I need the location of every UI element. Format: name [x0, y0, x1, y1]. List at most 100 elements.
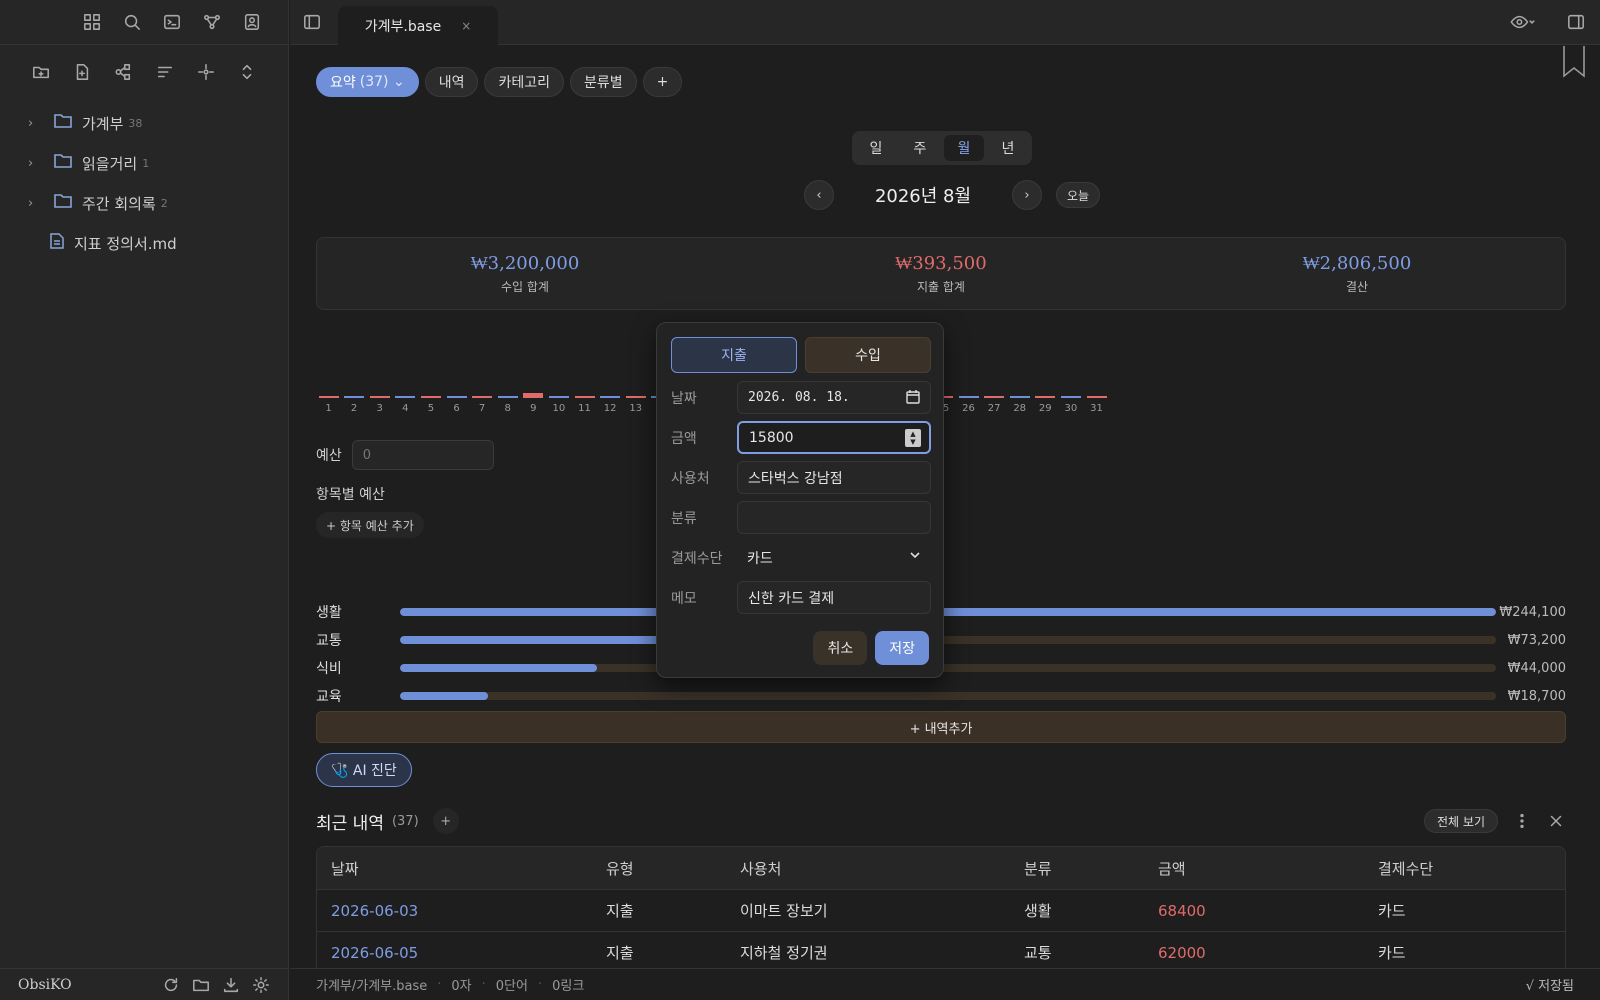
folder-reading[interactable]: › 읽을거리 1	[0, 143, 288, 183]
day-cell[interactable]: 6	[444, 396, 469, 414]
category-row[interactable]: 교육 ₩18,700	[316, 682, 1566, 710]
col-category[interactable]: 분류	[1010, 858, 1144, 879]
sort-icon[interactable]	[155, 62, 175, 82]
sync-icon[interactable]	[161, 975, 181, 995]
more-options-icon[interactable]	[1512, 811, 1532, 831]
open-folder-icon[interactable]	[191, 975, 211, 995]
day-bar	[523, 393, 544, 398]
period-year[interactable]: 년	[988, 135, 1028, 161]
category-field[interactable]	[737, 501, 931, 534]
day-cell[interactable]: 5	[418, 396, 443, 414]
day-cell[interactable]: 8	[495, 396, 520, 414]
table-row[interactable]: 2026-06-05 지출 지하철 정기권 교통 62000 카드	[317, 931, 1565, 968]
download-icon[interactable]	[221, 975, 241, 995]
day-cell[interactable]: 9	[521, 393, 546, 414]
folder-weekly-meeting[interactable]: › 주간 회의록 2	[0, 183, 288, 223]
graph-icon[interactable]	[202, 12, 222, 32]
view-all-button[interactable]: 전체 보기	[1424, 809, 1498, 833]
day-cell[interactable]: 29	[1033, 396, 1058, 414]
memo-field[interactable]: 신한 카드 결제	[737, 581, 931, 614]
income-total-label: 수입 합계	[501, 279, 549, 294]
day-bar	[344, 396, 365, 398]
day-cell[interactable]: 12	[598, 396, 623, 414]
day-cell[interactable]: 4	[393, 396, 418, 414]
bookmark-icon[interactable]	[1562, 46, 1586, 78]
today-button[interactable]: 오늘	[1056, 182, 1101, 208]
payment-select[interactable]: 카드	[737, 541, 931, 574]
next-month-button[interactable]: ›	[1012, 180, 1042, 210]
day-bar	[1086, 396, 1107, 398]
expand-collapse-icon[interactable]	[237, 62, 257, 82]
dashboard-icon[interactable]	[82, 12, 102, 32]
expense-tab[interactable]: 지출	[671, 337, 797, 373]
day-bar	[318, 396, 339, 398]
day-cell[interactable]: 13	[623, 396, 648, 414]
day-cell[interactable]: 10	[546, 396, 571, 414]
new-note-icon[interactable]	[72, 62, 92, 82]
col-payment[interactable]: 결제수단	[1364, 858, 1564, 879]
add-view-button[interactable]: +	[642, 67, 683, 97]
day-cell[interactable]: 1	[316, 396, 341, 414]
period-week[interactable]: 주	[900, 135, 940, 161]
col-type[interactable]: 유형	[592, 858, 726, 879]
view-transactions[interactable]: 내역	[424, 67, 479, 97]
day-cell[interactable]: 28	[1007, 396, 1032, 414]
profile-icon[interactable]	[242, 12, 262, 32]
recent-add-button[interactable]: +	[432, 808, 459, 834]
day-cell[interactable]: 11	[572, 396, 597, 414]
ai-diagnosis-button[interactable]: 🩺 AI 진단	[316, 753, 412, 787]
number-stepper-icon[interactable]: ▲ ▼	[905, 429, 921, 447]
settings-gear-icon[interactable]	[251, 975, 271, 995]
tab-budget-base[interactable]: 가계부.base ×	[338, 6, 498, 45]
col-amount[interactable]: 금액	[1144, 858, 1364, 879]
day-bar	[625, 396, 646, 398]
cell-date[interactable]: 2026-06-05	[317, 944, 592, 962]
vault-name[interactable]: ObsiKO	[18, 977, 161, 993]
add-transaction-button[interactable]: + 내역추가	[316, 711, 1566, 743]
day-cell[interactable]: 3	[367, 396, 392, 414]
table-row[interactable]: 2026-06-03 지출 이마트 장보기 생활 68400 카드	[317, 889, 1565, 931]
view-by-class[interactable]: 분류별	[569, 67, 637, 97]
sidebar-toggle-icon[interactable]	[302, 12, 322, 32]
day-label: 27	[987, 403, 1001, 414]
folder-budget[interactable]: › 가계부 38	[0, 103, 288, 143]
day-cell[interactable]: 27	[982, 396, 1007, 414]
file-metrics-doc[interactable]: 지표 정의서.md	[0, 223, 288, 263]
income-tab[interactable]: 수입	[805, 337, 931, 373]
close-tab-icon[interactable]: ×	[461, 19, 471, 33]
view-summary[interactable]: 요약 (37) ⌄	[316, 67, 419, 97]
new-folder-icon[interactable]	[31, 62, 51, 82]
canvas-icon[interactable]	[113, 62, 133, 82]
save-button[interactable]: 저장	[875, 631, 929, 665]
day-label: 5	[427, 403, 435, 414]
search-icon[interactable]	[122, 12, 142, 32]
prev-month-button[interactable]: ‹	[804, 180, 834, 210]
cell-category: 교통	[1024, 944, 1052, 962]
col-place[interactable]: 사용처	[726, 858, 1010, 879]
main-content: 요약 (37) ⌄ 내역 카테고리 분류별 + 일 주 월 년 ‹ 2026년 8…	[290, 46, 1600, 968]
locate-icon[interactable]	[196, 62, 216, 82]
day-cell[interactable]: 7	[470, 396, 495, 414]
calendar-icon[interactable]	[906, 390, 920, 407]
amount-field[interactable]: 15800 ▲ ▼	[737, 421, 931, 454]
add-category-budget-button[interactable]: + 항목 예산 추가	[316, 512, 424, 538]
day-cell[interactable]: 31	[1084, 396, 1109, 414]
close-icon[interactable]	[1546, 811, 1566, 831]
day-cell[interactable]: 26	[956, 396, 981, 414]
cell-date[interactable]: 2026-06-03	[317, 902, 592, 920]
place-field[interactable]: 스타벅스 강남점	[737, 461, 931, 494]
col-date[interactable]: 날짜	[317, 858, 592, 879]
budget-input[interactable]: 0	[351, 440, 494, 470]
cancel-button[interactable]: 취소	[813, 631, 868, 665]
date-field[interactable]: 2026. 08. 18.	[737, 381, 931, 414]
reading-view-icon[interactable]	[1506, 12, 1540, 32]
right-sidebar-toggle-icon[interactable]	[1566, 12, 1586, 32]
view-count: (37) ⌄	[359, 74, 405, 90]
view-category[interactable]: 카테고리	[484, 67, 564, 97]
day-label: 2	[350, 403, 358, 414]
period-day[interactable]: 일	[856, 135, 896, 161]
day-cell[interactable]: 2	[342, 396, 367, 414]
day-cell[interactable]: 30	[1058, 396, 1083, 414]
period-month[interactable]: 월	[944, 135, 984, 161]
terminal-icon[interactable]	[162, 12, 182, 32]
